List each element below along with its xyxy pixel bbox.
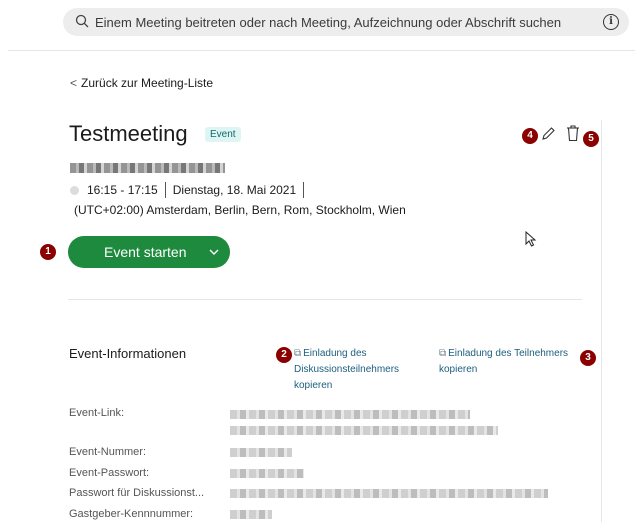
- copy-attendee-invite-link[interactable]: ⧉ Einladung des Teilnehmers kopieren: [439, 346, 579, 378]
- search-icon: [75, 14, 89, 33]
- back-link-label: Zurück zur Meeting-Liste: [81, 76, 214, 90]
- separator: [303, 182, 305, 198]
- copy-attendee-line2: kopieren: [439, 364, 478, 375]
- meeting-title: Testmeeting: [69, 121, 188, 146]
- start-event-label: Event starten: [104, 244, 187, 260]
- event-number-label: Event-Nummer:: [69, 446, 147, 458]
- event-tag: Event: [205, 127, 241, 142]
- chevron-down-icon[interactable]: [208, 245, 220, 261]
- callout-badge-4: 4: [522, 128, 538, 144]
- start-event-button[interactable]: Event starten: [68, 236, 230, 268]
- chevron-left-icon: <: [70, 76, 78, 90]
- copy-panelist-line3: kopieren: [294, 380, 333, 391]
- section-divider: [68, 299, 582, 300]
- event-number-value-redacted: [230, 448, 292, 457]
- host-pin-value-redacted: [230, 510, 272, 519]
- meeting-time-row: 16:15 - 17:15 Dienstag, 18. Mai 2021: [70, 182, 311, 198]
- status-dot: [70, 185, 79, 195]
- copy-attendee-line1: Einladung des Teilnehmers: [448, 348, 569, 359]
- meeting-timezone: (UTC+02:00) Amsterdam, Berlin, Bern, Rom…: [74, 203, 406, 217]
- back-to-meeting-list-link[interactable]: < Zurück zur Meeting-Liste: [70, 76, 213, 90]
- event-password-value-redacted: [230, 469, 304, 478]
- panelist-password-label: Passwort für Diskussionst...: [69, 487, 205, 499]
- header-divider: [8, 50, 635, 51]
- copy-panelist-line1: Einladung des: [303, 348, 367, 359]
- panelist-password-value-redacted: [230, 489, 548, 498]
- meeting-time: 16:15 - 17:15: [87, 183, 158, 197]
- search-input[interactable]: Einem Meeting beitreten oder nach Meetin…: [95, 15, 561, 30]
- copy-icon: ⧉: [439, 348, 447, 359]
- trash-icon[interactable]: [566, 125, 580, 147]
- search-bar[interactable]: Einem Meeting beitreten oder nach Meetin…: [63, 8, 629, 36]
- callout-badge-3: 3: [580, 350, 596, 366]
- meeting-date: Dienstag, 18. Mai 2021: [172, 183, 297, 197]
- separator: [164, 182, 166, 198]
- copy-panelist-invite-link[interactable]: ⧉ Einladung des Diskussionsteilnehmers ko…: [294, 346, 424, 394]
- copy-icon: ⧉: [294, 348, 302, 359]
- host-pin-label: Gastgeber-Kennnummer:: [69, 508, 194, 520]
- event-link-label: Event-Link:: [69, 407, 125, 419]
- callout-badge-2: 2: [276, 347, 292, 363]
- event-link-value-redacted[interactable]: [230, 426, 498, 435]
- mouse-cursor-icon: [525, 230, 537, 252]
- callout-badge-1: 1: [40, 244, 56, 260]
- right-panel-border: [601, 120, 602, 522]
- event-link-value-redacted[interactable]: [230, 410, 470, 419]
- event-info-title: Event-Informationen: [69, 346, 187, 361]
- callout-badge-5: 5: [583, 131, 599, 147]
- event-password-label: Event-Passwort:: [69, 467, 150, 479]
- info-icon[interactable]: i: [603, 14, 619, 30]
- pencil-icon[interactable]: [540, 126, 556, 147]
- copy-panelist-line2: Diskussionsteilnehmers: [294, 364, 400, 375]
- host-name-redacted: [70, 163, 225, 173]
